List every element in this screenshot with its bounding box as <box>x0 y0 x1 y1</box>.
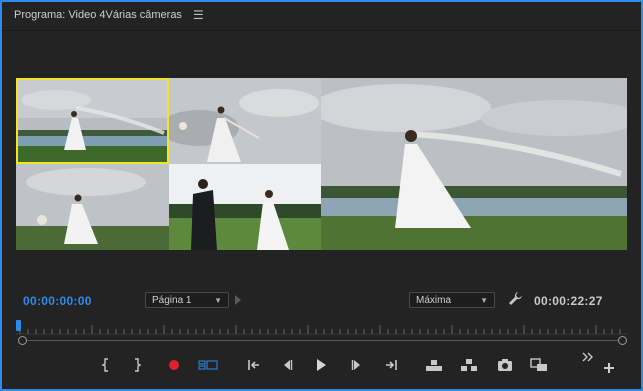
extract-button[interactable] <box>458 355 480 375</box>
page-select-value: Página 1 <box>152 294 192 306</box>
wrench-icon[interactable] <box>507 291 523 307</box>
program-monitor[interactable] <box>321 78 627 250</box>
header-divider <box>2 30 641 31</box>
zoom-scrollbar[interactable] <box>18 340 625 341</box>
panel-header: Programa: Video 4Várias câmeras ☰ <box>14 7 204 23</box>
step-back-button[interactable] <box>276 355 298 375</box>
page-next-icon[interactable] <box>235 295 241 305</box>
add-button-icon[interactable] <box>598 358 620 378</box>
current-timecode[interactable]: 00:00:00:00 <box>23 292 92 310</box>
zoom-scrollbar-end-handle[interactable] <box>618 336 627 345</box>
quality-select[interactable]: Máxima ▼ <box>409 292 495 308</box>
go-to-out-button[interactable] <box>380 355 402 375</box>
multicam-viewer <box>16 78 627 250</box>
camera-angle-3[interactable] <box>16 164 169 250</box>
camera-angle-2[interactable] <box>169 78 321 164</box>
more-controls-icon[interactable] <box>580 350 596 364</box>
quality-select-value: Máxima <box>416 294 452 306</box>
camera-angle-4[interactable] <box>169 164 321 250</box>
time-ruler[interactable] <box>16 321 627 335</box>
multicam-view-toggle[interactable] <box>197 355 219 375</box>
zoom-scrollbar-start-handle[interactable] <box>18 336 27 345</box>
overwrite-button[interactable] <box>528 355 550 375</box>
duration-timecode: 00:00:22:27 <box>534 294 603 308</box>
page-select[interactable]: Página 1 ▼ <box>145 292 229 308</box>
go-to-in-button[interactable] <box>243 355 265 375</box>
hamburger-icon[interactable]: ☰ <box>193 8 204 22</box>
mark-out-button[interactable] <box>126 355 148 375</box>
panel-title[interactable]: Programa: Video 4Várias câmeras <box>14 9 182 21</box>
chevron-down-icon: ▼ <box>480 295 488 305</box>
camera-angle-1[interactable] <box>16 78 169 164</box>
mark-in-button[interactable] <box>95 355 117 375</box>
step-forward-button[interactable] <box>346 355 368 375</box>
record-button[interactable] <box>163 355 185 375</box>
chevron-down-icon: ▼ <box>214 295 222 305</box>
play-button[interactable] <box>310 355 332 375</box>
playhead[interactable] <box>16 320 21 331</box>
export-frame-button[interactable] <box>494 355 516 375</box>
lift-button[interactable] <box>423 355 445 375</box>
